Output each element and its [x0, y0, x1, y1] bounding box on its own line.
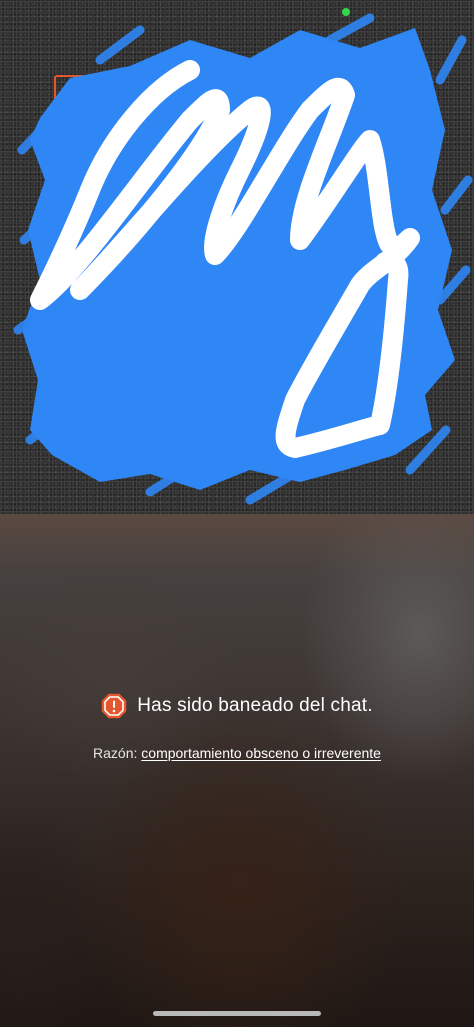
home-indicator[interactable]: [153, 1011, 321, 1016]
censor-scribble: [13, 13, 473, 505]
reason-link[interactable]: comportamiento obsceno o irreverente: [141, 745, 381, 761]
camera-active-indicator: [342, 8, 350, 16]
ban-message: Has sido baneado del chat.: [137, 695, 373, 716]
reason-label: Razón:: [93, 745, 138, 761]
ban-message-row: Has sido baneado del chat.: [0, 693, 474, 719]
ban-reason-row: Razón: comportamiento obsceno o irrevere…: [0, 745, 474, 761]
local-video-preview: [0, 0, 474, 514]
remote-video-blurred: Has sido baneado del chat. Razón: compor…: [0, 514, 474, 1027]
warning-icon: [101, 693, 127, 719]
chat-screen: Has sido baneado del chat. Razón: compor…: [0, 0, 474, 1027]
